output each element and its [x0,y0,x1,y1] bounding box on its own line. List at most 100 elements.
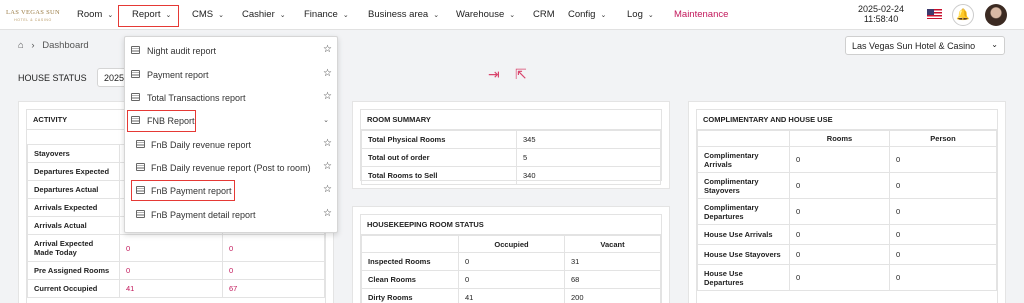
nav-cashier-label: Cashier [242,9,275,20]
menu-item-fnb-payment-detail-report[interactable]: FnB Payment detail report ☆ [125,204,337,226]
column-header: Rooms [789,130,890,147]
cell: 0 [222,234,325,262]
breadcrumb-separator-icon: › [31,40,35,51]
house-status-label: HOUSE STATUS [18,73,87,83]
nav-crm-label: CRM [533,9,555,20]
cell: 0 [222,261,325,280]
nav-business-area-label: Business area [368,9,429,20]
nav-cms[interactable]: CMS ⌄ [192,9,224,20]
table-row: Pre Assigned Rooms 0 0 [27,261,325,280]
nav-cms-label: CMS [192,9,214,20]
cell: 0 [789,198,890,225]
menu-item-night-audit-report[interactable]: Night audit report ☆ [125,40,337,62]
cell: 0 [789,172,890,199]
row-label: Arrivals Actual [27,216,120,235]
cell: 345 [516,130,661,149]
row-label: Complimentary Departures [697,198,790,225]
row-label: Departures Expected [27,162,120,181]
star-icon[interactable]: ☆ [323,44,332,55]
cell: 0 [789,264,890,291]
chevron-down-icon: ⌄ [342,12,349,19]
cell: 67 [222,279,325,298]
cell: 5 [516,148,661,167]
row-label: Inspected Rooms [361,252,459,271]
nav-crm[interactable]: CRM [533,9,555,20]
cell: 0 [458,270,565,289]
menu-item-payment-report[interactable]: Payment report ☆ [125,64,337,86]
sign-out-icon[interactable]: ⇱ [515,66,527,83]
avatar[interactable] [985,4,1007,26]
table-row: Dirty Rooms 41 200 [361,288,661,303]
sign-in-icon[interactable]: ⇥ [488,66,500,83]
star-icon[interactable]: ☆ [323,184,332,195]
nav-warehouse[interactable]: Warehouse ⌄ [456,9,515,20]
cell: 0 [789,146,890,173]
chevron-down-icon: ⌄ [600,12,607,19]
menu-item-fnb-daily-revenue-post-to-room[interactable]: FnB Daily revenue report (Post to room) … [125,157,337,179]
cell: 0 [119,234,223,262]
table-row: Total out of order 5 [361,148,661,167]
cell: 0 [889,244,997,265]
nav-maintenance-label: Maintenance [674,9,729,20]
menu-item-fnb-daily-revenue-report[interactable]: FnB Daily revenue report ☆ [125,134,337,156]
main-nav: Room ⌄ Report ⌄ CMS ⌄ Cashier ⌄ Finance ⌄ Bus… [0,0,760,30]
complimentary-card: COMPLIMENTARY AND HOUSE USE Rooms Person … [688,101,1006,303]
room-summary-table: Total Physical Rooms 345 Total out of ord… [361,130,661,185]
bell-icon[interactable]: 🔔 [952,4,974,26]
menu-item-label: FnB Daily revenue report (Post to room) [151,163,311,173]
cell: 0 [458,252,565,271]
nav-cashier[interactable]: Cashier ⌄ [242,9,286,20]
nav-config[interactable]: Config ⌄ [568,9,606,20]
menu-item-label: Payment report [147,70,209,80]
cell: 0 [889,198,997,225]
breadcrumb: ⌂ › Dashboard [18,40,89,51]
chevron-down-icon: ⌄ [323,117,329,124]
cell: 41 [458,288,565,303]
table-row: Clean Rooms 0 68 [361,270,661,289]
row-label: Pre Assigned Rooms [27,261,120,280]
star-icon[interactable]: ☆ [323,161,332,172]
star-icon[interactable]: ☆ [323,68,332,79]
report-icon [131,93,140,101]
nav-business-area[interactable]: Business area ⌄ [368,9,439,20]
cell: 31 [564,252,661,271]
star-icon[interactable]: ☆ [323,208,332,219]
star-icon[interactable]: ☆ [323,138,332,149]
star-icon[interactable]: ☆ [323,91,332,102]
chevron-down-icon: ⌄ [107,12,114,19]
nav-log[interactable]: Log ⌄ [627,9,654,20]
column-header: Vacant [564,235,661,253]
menu-item-total-transactions-report[interactable]: Total Transactions report ☆ [125,87,337,109]
table-row: Complimentary Arrivals 0 0 [697,146,997,173]
nav-finance-label: Finance [304,9,338,20]
home-icon[interactable]: ⌂ [18,40,24,51]
breadcrumb-dashboard[interactable]: Dashboard [42,40,88,51]
cell: 0 [889,172,997,199]
cell: 41 [119,279,223,298]
housekeeping-table: Occupied Vacant Inspected Rooms 0 31 Clean … [361,235,661,303]
complimentary-title: COMPLIMENTARY AND HOUSE USE [697,110,997,130]
table-row: Arrival Expected Made Today 0 0 [27,234,325,262]
housekeeping-title: HOUSEKEEPING ROOM STATUS [361,215,661,235]
cell: 0 [789,224,890,245]
row-label: House Use Arrivals [697,224,790,245]
complimentary-table: Rooms Person Complimentary Arrivals 0 0 Com… [697,130,997,291]
table-row: Total Physical Rooms 345 [361,130,661,149]
top-navigation-bar: LAS VEGAS SUN HOTEL & CASINO Room ⌄ Repor… [0,0,1024,30]
current-date: 2025-02-24 [858,4,905,14]
chevron-down-icon: ⌄ [647,12,654,19]
nav-finance[interactable]: Finance ⌄ [304,9,349,20]
nav-room-label: Room [77,9,103,20]
hotel-select[interactable]: Las Vegas Sun Hotel & Casino ⌄ [845,36,1005,55]
column-header: Person [889,130,997,147]
us-flag-icon[interactable] [927,9,942,19]
row-label: Current Occupied [27,279,120,298]
server-datetime: 2025-02-24 11:58:40 [858,4,904,24]
nav-room[interactable]: Room ⌄ [77,9,113,20]
cell: 0 [119,261,223,280]
report-icon [131,70,140,78]
housekeeping-card: HOUSEKEEPING ROOM STATUS Occupied Vacant … [352,206,670,303]
chevron-down-icon: ⌄ [218,12,224,19]
fnb-payment-report-highlight-box [131,180,235,201]
nav-maintenance[interactable]: Maintenance [674,9,728,20]
